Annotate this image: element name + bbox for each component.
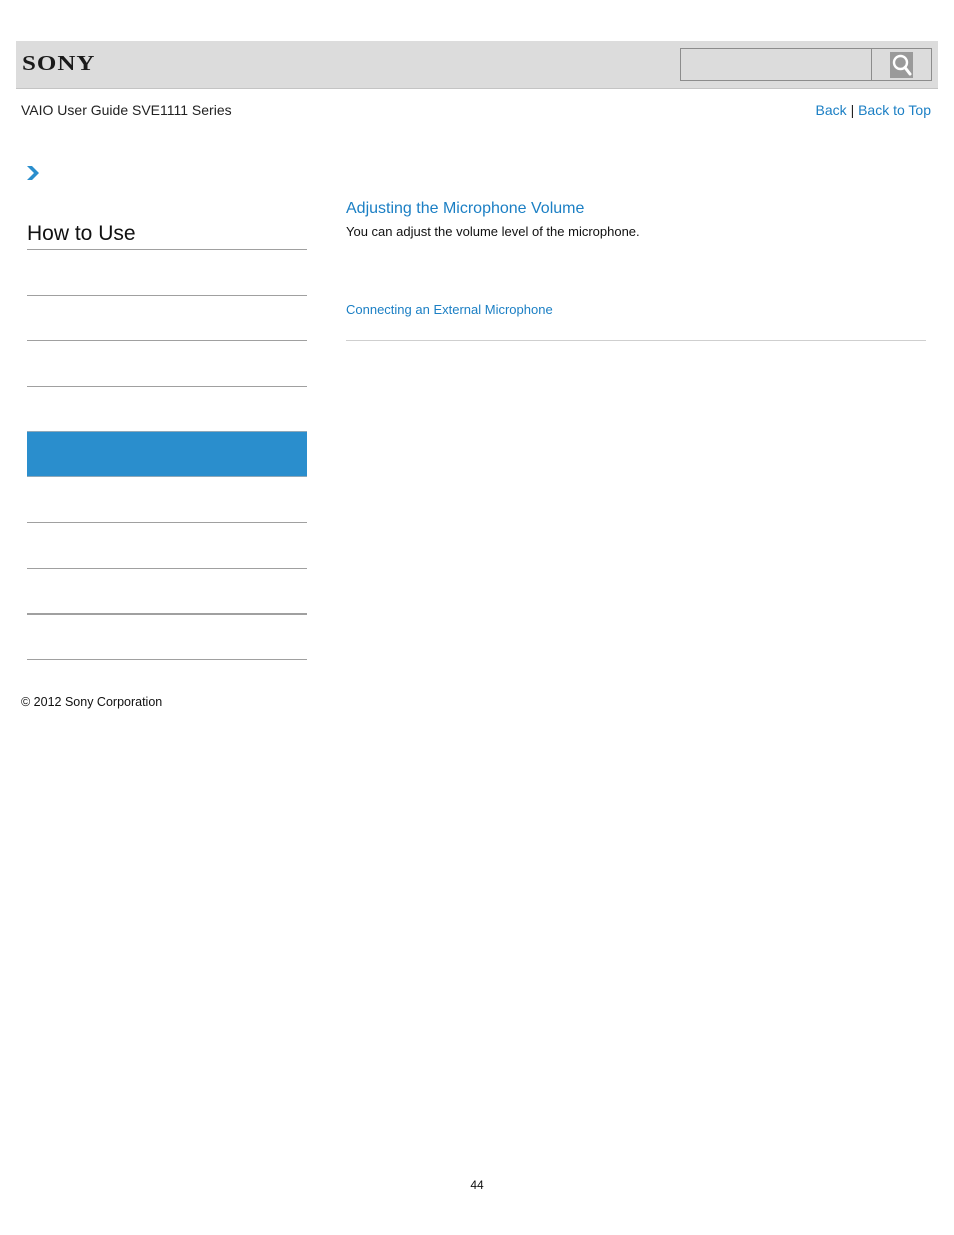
- sony-logo: SONY: [22, 52, 96, 75]
- guide-title: VAIO User Guide SVE1111 Series: [21, 102, 232, 118]
- sidebar-item-active[interactable]: [27, 431, 307, 477]
- sidebar-item[interactable]: [27, 250, 307, 294]
- sidebar-item[interactable]: [27, 615, 307, 659]
- sidebar-divider: [27, 659, 307, 660]
- sidebar-item[interactable]: [27, 523, 307, 567]
- header-bar: SONY: [16, 41, 938, 89]
- search-button[interactable]: [871, 48, 932, 81]
- chevron-right-icon[interactable]: [26, 165, 40, 186]
- sidebar-item[interactable]: [27, 387, 307, 431]
- sidebar-item[interactable]: [27, 341, 307, 385]
- magnifier-icon: [890, 51, 913, 78]
- sidebar-item[interactable]: [27, 478, 307, 522]
- content-divider: [346, 340, 926, 341]
- related-topic-link[interactable]: Connecting an External Microphone: [346, 302, 553, 317]
- sidebar-item[interactable]: [27, 569, 307, 613]
- search-input[interactable]: [680, 48, 872, 81]
- back-to-top-link[interactable]: Back to Top: [858, 102, 931, 118]
- topic-title-link[interactable]: Adjusting the Microphone Volume: [346, 200, 584, 218]
- topic-description: You can adjust the volume level of the m…: [346, 224, 640, 239]
- back-link[interactable]: Back: [816, 102, 847, 118]
- top-links: Back | Back to Top: [816, 102, 931, 118]
- sidebar-item[interactable]: [27, 296, 307, 340]
- link-separator: |: [850, 102, 855, 118]
- sidebar-title: How to Use: [27, 222, 136, 245]
- copyright: © 2012 Sony Corporation: [21, 695, 163, 709]
- page-number: 44: [470, 1178, 484, 1192]
